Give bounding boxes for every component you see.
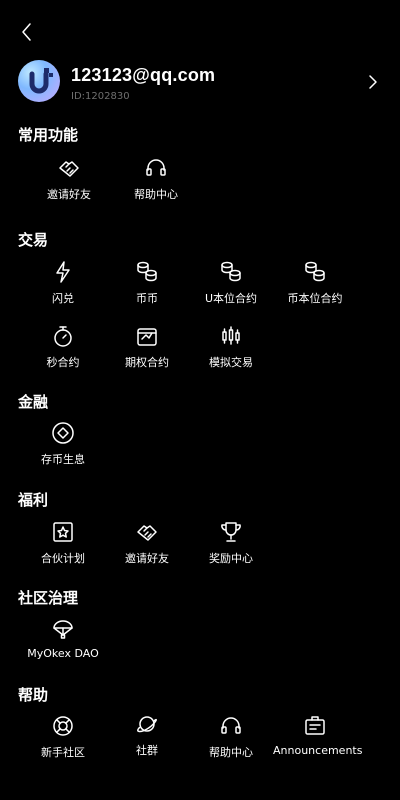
coin-stack-icon [137,261,157,282]
section-title-community: 社区治理 [18,589,79,607]
spot-trade-button[interactable]: 币币 [105,260,189,306]
invite-friends-button-welfare[interactable]: 邀请好友 [105,520,189,566]
demo-trading-button[interactable]: 模拟交易 [189,324,273,370]
handshake-icon [137,525,157,541]
community-groups-button[interactable]: 社群 [105,712,189,758]
help-center-button-help[interactable]: 帮助中心 [189,714,273,760]
second-contract-button[interactable]: 秒合约 [21,324,105,370]
item-label: 社群 [136,744,158,757]
item-label: 闪兑 [52,292,74,305]
handshake-icon [59,161,79,177]
item-label: 模拟交易 [209,356,253,369]
star-badge-icon [53,522,73,542]
coin-stack-icon [221,261,241,282]
user-id: ID:1202830 [71,91,130,102]
avatar [18,60,60,102]
item-label: 合伙计划 [41,552,85,565]
section-title-trade: 交易 [18,231,49,249]
item-label: 币币 [136,292,158,305]
item-label: Announcements [273,744,363,757]
beginner-community-button[interactable]: 新手社区 [21,714,105,760]
section-title-help: 帮助 [18,686,49,704]
options-button[interactable]: 期权合约 [105,324,189,370]
item-label: 币本位合约 [287,292,343,305]
profile-card[interactable]: 123123@qq.com ID:1202830 [18,60,388,104]
user-email: 123123@qq.com [71,65,216,85]
coin-stack-icon [305,261,325,282]
item-label: MyOkex DAO [27,647,99,660]
lightning-icon [56,261,70,283]
announcements-button[interactable]: Announcements [273,714,363,757]
item-label: 奖励中心 [209,552,253,565]
item-label: 期权合约 [125,356,169,369]
item-label: 邀请好友 [47,188,91,201]
item-label: U本位合约 [204,292,258,305]
chart-box-icon [137,328,157,346]
section-title-welfare: 福利 [18,491,49,509]
usdt-futures-button[interactable]: U本位合约 [189,260,273,306]
coin-circle-icon [52,422,74,444]
coin-futures-button[interactable]: 币本位合约 [273,260,357,306]
rewards-center-button[interactable]: 奖励中心 [189,520,273,566]
announcement-card-icon [305,716,325,735]
headset-icon [221,717,241,734]
parachute-icon [53,620,73,639]
partner-program-button[interactable]: 合伙计划 [21,520,105,566]
savings-button[interactable]: 存币生息 [21,421,105,467]
chevron-right-icon[interactable] [366,74,382,90]
stopwatch-icon [54,326,72,347]
item-label: 邀请好友 [125,552,169,565]
item-label: 帮助中心 [134,188,178,201]
help-center-button[interactable]: 帮助中心 [114,156,198,202]
flash-swap-button[interactable]: 闪兑 [21,260,105,306]
item-label: 秒合约 [46,356,80,369]
item-label: 新手社区 [41,746,85,759]
lifebuoy-icon [53,716,73,736]
dao-button[interactable]: MyOkex DAO [21,617,105,660]
invite-friends-button[interactable]: 邀请好友 [27,156,111,202]
section-title-common: 常用功能 [18,126,79,144]
headset-icon [146,159,166,176]
trophy-icon [221,522,241,542]
planet-icon [137,716,157,733]
item-label: 存币生息 [41,453,85,466]
chevron-left-icon [22,23,31,41]
back-button[interactable] [16,20,40,44]
candlestick-icon [222,326,240,345]
section-title-finance: 金融 [18,393,49,411]
item-label: 帮助中心 [209,746,253,759]
